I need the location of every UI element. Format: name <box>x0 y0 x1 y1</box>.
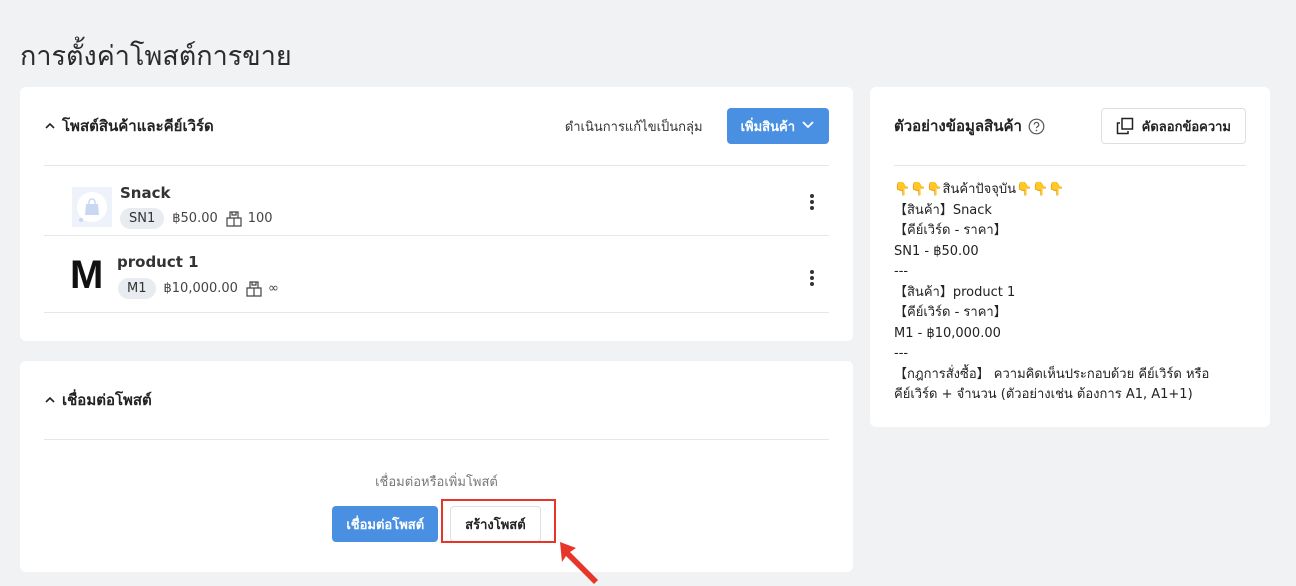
copy-text-button[interactable]: คัดลอกข้อความ <box>1100 108 1246 144</box>
product-row[interactable]: Snack SN1 ฿50.00 100 <box>44 166 829 236</box>
add-product-label: เพิ่มสินค้า <box>740 119 795 135</box>
product-row[interactable]: M product 1 M1 ฿10,000.00 ∞ <box>44 243 829 313</box>
connect-post-card: เชื่อมต่อโพสต์ เชื่อมต่อหรือเพิ่มโพสต์ เ… <box>20 361 853 572</box>
chevron-up-icon <box>44 120 58 132</box>
product-price: ฿10,000.00 <box>163 281 238 296</box>
preview-text: 👇👇👇สินค้าปัจจุบัน👇👇👇 【สินค้า】Snack 【คีย์… <box>894 182 1210 402</box>
preview-card-header: ตัวอย่างข้อมูลสินค้า คัดลอกข้อความ <box>894 87 1246 166</box>
product-thumbnail <box>72 187 112 227</box>
preview-section-title: ตัวอย่างข้อมูลสินค้า <box>894 117 1022 135</box>
inventory-icon <box>246 280 262 297</box>
page-title: การตั้งค่าโพสต์การขาย <box>20 41 292 72</box>
pointer-arrow-icon <box>560 542 598 584</box>
product-stock: 100 <box>247 211 273 226</box>
product-name: product 1 <box>117 253 199 271</box>
copy-text-label: คัดลอกข้อความ <box>1141 119 1231 135</box>
add-product-button[interactable]: เพิ่มสินค้า <box>726 108 829 144</box>
more-options-icon[interactable] <box>809 270 815 288</box>
highlight-box <box>441 499 556 543</box>
copy-icon <box>1116 117 1133 135</box>
product-name: Snack <box>120 184 171 202</box>
bag-icon <box>77 192 107 222</box>
product-stock: ∞ <box>267 281 279 296</box>
chevron-down-icon <box>801 117 815 135</box>
chevron-up-icon <box>44 394 58 406</box>
products-card-header: โพสต์สินค้าและคีย์เวิร์ด ดำเนินการแก้ไขเ… <box>44 87 829 166</box>
keyword-chip: M1 <box>118 278 156 299</box>
batch-edit-link[interactable]: ดำเนินการแก้ไขเป็นกลุ่ม <box>565 116 703 137</box>
products-section-title: โพสต์สินค้าและคีย์เวิร์ด <box>62 117 214 135</box>
product-thumbnail: M <box>70 253 104 297</box>
keyword-chip: SN1 <box>120 208 165 229</box>
connect-section-toggle[interactable]: เชื่อมต่อโพสต์ <box>44 388 152 412</box>
connect-post-button[interactable]: เชื่อมต่อโพสต์ <box>332 506 439 542</box>
product-price: ฿50.00 <box>172 211 218 226</box>
connect-section-title: เชื่อมต่อโพสต์ <box>62 391 152 409</box>
products-section-toggle[interactable]: โพสต์สินค้าและคีย์เวิร์ด <box>44 114 214 138</box>
products-keywords-card: โพสต์สินค้าและคีย์เวิร์ด ดำเนินการแก้ไขเ… <box>20 87 853 341</box>
more-options-icon[interactable] <box>809 194 815 212</box>
connect-card-header: เชื่อมต่อโพสต์ <box>44 361 829 440</box>
inventory-icon <box>226 210 242 227</box>
help-icon[interactable] <box>1028 118 1045 135</box>
product-preview-card: ตัวอย่างข้อมูลสินค้า คัดลอกข้อความ 👇👇👇สิ… <box>870 87 1270 427</box>
connect-hint: เชื่อมต่อหรือเพิ่มโพสต์ <box>375 475 498 490</box>
